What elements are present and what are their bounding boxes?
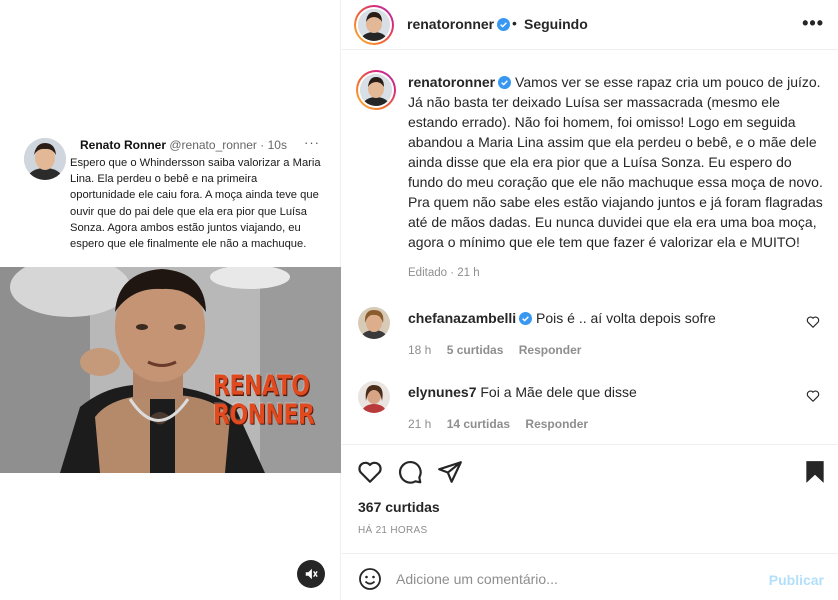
comment-input[interactable] [396,568,756,590]
brand-line-2: RONNER [213,399,315,431]
bookmark-icon[interactable] [802,459,828,485]
comment-item: chefanazambelli Pois é .. aí volta depoi… [358,307,824,367]
verified-badge-icon [497,18,511,31]
heart-icon[interactable] [806,389,820,403]
comment-likes[interactable]: 14 curtidas [447,417,510,431]
verified-badge-icon [498,76,512,89]
comment-icon[interactable] [397,459,423,485]
muted-speaker-icon [305,568,318,580]
heart-icon[interactable] [357,459,383,485]
comment-text: Foi a Mãe dele que disse [480,384,637,400]
post-header: renatoronner • Seguindo ••• [342,0,838,50]
header-username[interactable]: renatoronner [407,16,511,32]
caption-text: renatoronner Vamos ver se esse rapaz cri… [408,72,828,252]
post-photo: RENATO RONNER [0,267,341,473]
heart-icon[interactable] [806,315,820,329]
more-options-icon[interactable]: ••• [802,13,824,34]
header-username-text[interactable]: renatoronner [407,16,494,32]
comment-age: 21 h [408,417,432,431]
following-button[interactable]: Seguindo [524,16,588,32]
brand-watermark: RENATO RONNER [213,370,315,431]
comment-item: elynunes7 Foi a Mãe dele que disse 21 h … [358,381,824,441]
comment-username[interactable]: elynunes7 [408,384,476,400]
mute-button[interactable] [297,560,325,588]
brand-line-1: RENATO [213,370,310,402]
comment-likes[interactable]: 5 curtidas [447,343,504,357]
comment-meta: 21 h 14 curtidas Responder [408,417,600,431]
verified-badge-icon [519,312,533,325]
publish-button[interactable]: Publicar [769,572,824,588]
post-media[interactable]: Renato Ronner @renato_ronner · 10s ··· E… [0,0,341,600]
tweet-avatar [24,138,66,180]
post-details-panel: renatoronner • Seguindo ••• renatoronner… [342,0,838,600]
post-timestamp[interactable]: HÁ 21 HORAS [358,525,427,536]
caption-avatar[interactable] [356,70,396,110]
post-actions [342,444,838,494]
emoji-icon[interactable] [358,567,382,591]
tweet-author-handle: @renato_ronner · 10s [169,138,287,152]
comment-avatar[interactable] [358,307,390,339]
comment-avatar[interactable] [358,381,390,413]
comment-age: 18 h [408,343,432,357]
comment-meta: 18 h 5 curtidas Responder [408,343,593,357]
caption-body: Vamos ver se esse rapaz cria um pouco de… [408,74,823,250]
tweet-header: Renato Ronner @renato_ronner · 10s [80,138,287,152]
comment-text: Pois é .. aí volta depois sofre [536,310,716,326]
comment-composer: Publicar [342,553,838,600]
tweet-author-name: Renato Ronner [80,138,167,152]
separator-dot: • [512,15,517,31]
caption-meta: Editado · 21 h [408,267,480,279]
send-icon[interactable] [437,459,463,485]
comment-line: chefanazambelli Pois é .. aí volta depoi… [408,310,716,326]
reply-button[interactable]: Responder [519,343,582,357]
tweet-more-icon: ··· [304,135,320,150]
header-avatar[interactable] [354,5,394,45]
reply-button[interactable]: Responder [525,417,588,431]
likes-count[interactable]: 367 curtidas [358,499,440,515]
comment-line: elynunes7 Foi a Mãe dele que disse [408,384,637,400]
tweet-text: Espero que o Whindersson saiba valorizar… [70,157,321,251]
comment-username[interactable]: chefanazambelli [408,310,516,326]
caption-username[interactable]: renatoronner [408,74,495,90]
